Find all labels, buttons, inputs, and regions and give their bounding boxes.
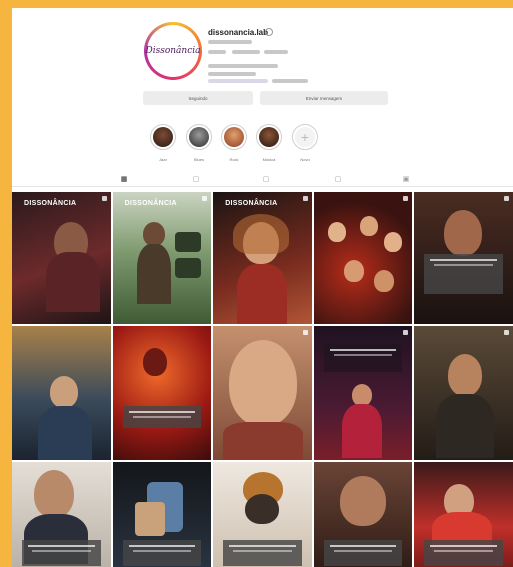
post-thumbnail[interactable] [12, 326, 111, 460]
post-thumbnail[interactable] [414, 462, 513, 567]
post-thumbnail[interactable]: DISSONÂNCIA [112, 192, 212, 324]
post-caption-box [122, 406, 202, 428]
post-caption-box [323, 540, 403, 566]
highlight-story[interactable] [150, 124, 176, 150]
post-thumbnail[interactable]: DISSONÂNCIA [213, 192, 312, 324]
multi-post-icon [403, 196, 409, 201]
highlight-label: Música [262, 157, 276, 162]
post-title: DISSONÂNCIA [124, 200, 177, 207]
following-count[interactable] [264, 50, 288, 54]
posts-grid: DISSONÂNCIA DISSONÂNCIA DISSONÂNCIA [12, 192, 513, 567]
post-thumbnail[interactable] [213, 462, 312, 567]
post-thumbnail[interactable] [313, 192, 413, 324]
bio-link[interactable] [208, 79, 268, 83]
pinned-icon [202, 196, 208, 201]
pinned-icon [302, 196, 308, 201]
post-title: DISSONÂNCIA [225, 200, 278, 207]
video-tab-icon[interactable]: ▢ [262, 176, 270, 184]
profile-username: dissonancia.lab [208, 28, 269, 37]
highlight-label: Jazz [158, 157, 168, 162]
highlight-label: Novo [300, 157, 310, 162]
tagged-tab-icon[interactable]: ▣ [402, 176, 410, 184]
post-caption-box [424, 254, 503, 294]
post-thumbnail[interactable] [213, 326, 312, 460]
highlight-story[interactable] [186, 124, 212, 150]
post-thumbnail[interactable] [313, 326, 413, 460]
profile-category [208, 40, 252, 44]
message-button[interactable]: Enviar mensagem [260, 91, 388, 105]
post-caption-box [424, 540, 503, 566]
post-thumbnail[interactable] [313, 462, 413, 567]
highlight-label: Rock [229, 157, 239, 162]
reels-tab-icon[interactable]: ▢ [192, 176, 200, 184]
post-thumbnail[interactable] [112, 462, 212, 567]
bio-line [208, 72, 256, 76]
bio-line [208, 64, 278, 68]
bio-mention[interactable] [272, 79, 308, 83]
avatar-logo-text: Dissonância [145, 46, 201, 56]
post-thumbnail[interactable] [112, 326, 212, 460]
verified-icon [265, 28, 273, 36]
followers-count[interactable] [232, 50, 260, 54]
post-caption-box [323, 344, 403, 372]
tabs-divider [12, 186, 513, 187]
multi-post-icon [302, 330, 308, 335]
post-thumbnail[interactable] [12, 462, 111, 567]
post-caption-box [223, 540, 302, 566]
grid-tab-icon[interactable]: ▦ [120, 176, 128, 184]
multi-post-icon [403, 330, 409, 335]
post-thumbnail[interactable]: DISSONÂNCIA [12, 192, 111, 324]
posts-count [208, 50, 226, 54]
following-button[interactable]: Seguindo [143, 91, 253, 105]
post-title: DISSONÂNCIA [24, 200, 77, 207]
highlight-story[interactable] [256, 124, 282, 150]
post-caption-box [22, 540, 101, 566]
plus-icon: + [295, 127, 315, 147]
post-caption-box [122, 540, 202, 566]
highlight-label: Blues [193, 157, 204, 162]
multi-post-icon [503, 330, 509, 335]
post-thumbnail[interactable] [414, 326, 513, 460]
profile-avatar[interactable]: Dissonância [144, 22, 202, 80]
post-thumbnail[interactable] [414, 192, 513, 324]
multi-post-icon [503, 196, 509, 201]
highlight-story[interactable] [221, 124, 247, 150]
guides-tab-icon[interactable]: ▢ [334, 176, 342, 184]
profile-tabs: ▦ ▢ ▢ ▢ ▣ [112, 176, 422, 186]
profile-page: Dissonância dissonancia.lab Seguindo Env… [12, 8, 513, 567]
pinned-icon [101, 196, 107, 201]
new-highlight-button[interactable]: + [292, 124, 318, 150]
